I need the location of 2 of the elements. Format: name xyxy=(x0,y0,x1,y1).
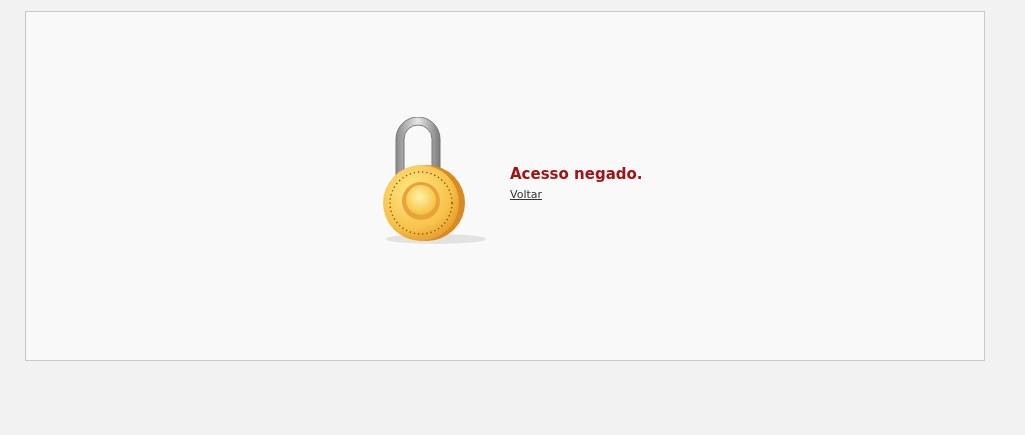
back-link[interactable]: Voltar xyxy=(510,187,543,204)
error-title: Acesso negado. xyxy=(510,163,643,185)
